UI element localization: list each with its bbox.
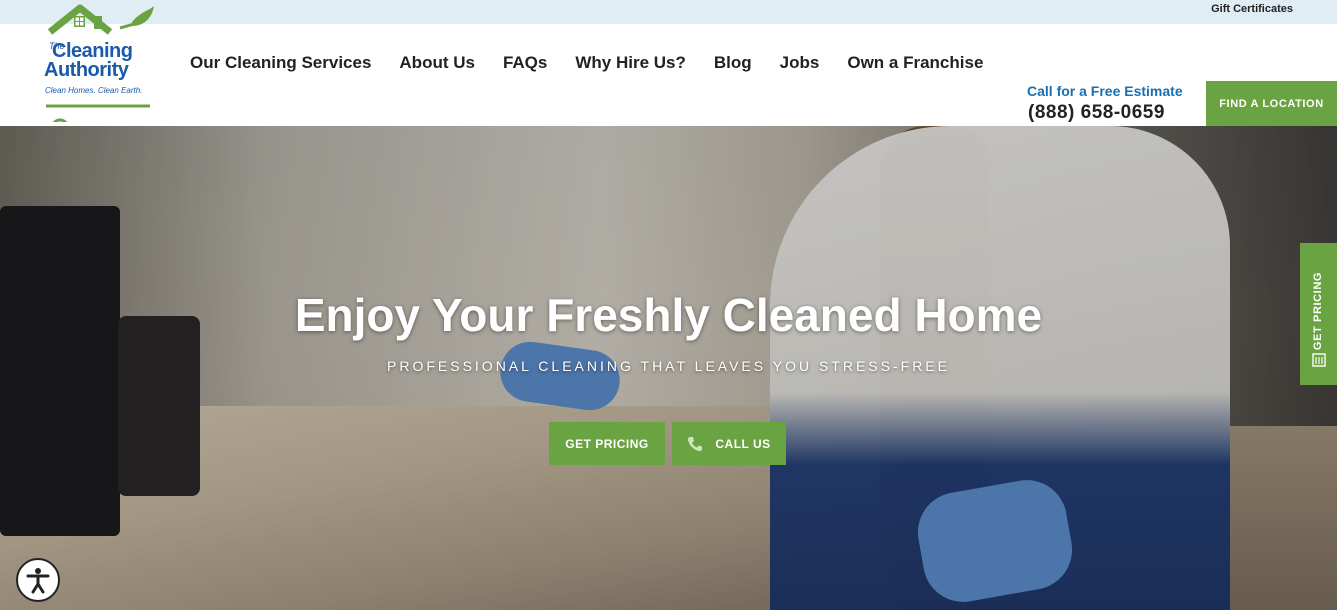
nav-faqs[interactable]: FAQs xyxy=(503,53,547,73)
free-estimate-label: Call for a Free Estimate xyxy=(1027,83,1183,99)
hero-headline: Enjoy Your Freshly Cleaned Home xyxy=(0,288,1337,342)
nav-our-cleaning-services[interactable]: Our Cleaning Services xyxy=(190,53,371,73)
hero-banner: Enjoy Your Freshly Cleaned Home PROFESSI… xyxy=(0,126,1337,610)
nav-why-hire-us[interactable]: Why Hire Us? xyxy=(575,53,686,73)
hero-call-us-button[interactable]: CALL US xyxy=(672,422,786,465)
call-us-label: CALL US xyxy=(715,436,771,451)
side-tab-label: GET PRICING xyxy=(1312,271,1324,351)
side-get-pricing-tab[interactable]: GET PRICING xyxy=(1300,243,1337,385)
hero-headline-bold: Freshly Cleaned xyxy=(546,289,902,341)
hero-headline-post: Home xyxy=(901,289,1043,341)
find-location-button[interactable]: FIND A LOCATION xyxy=(1206,81,1337,126)
logo-authority-text: Authority xyxy=(44,59,129,81)
calculator-icon xyxy=(1312,353,1326,367)
gift-certificates-link[interactable]: Gift Certificates xyxy=(1211,3,1293,15)
nav-jobs[interactable]: Jobs xyxy=(780,53,820,73)
phone-icon xyxy=(688,436,703,451)
nav-about-us[interactable]: About Us xyxy=(399,53,475,73)
site-logo[interactable]: The Cleaning Authority Clean Homes. Clea… xyxy=(40,2,160,122)
top-utility-bar: Gift Certificates xyxy=(0,0,1337,24)
hero-headline-pre: Enjoy Your xyxy=(294,289,547,341)
hero-get-pricing-button[interactable]: GET PRICING xyxy=(549,422,665,465)
site-header: The Cleaning Authority Clean Homes. Clea… xyxy=(0,4,1337,126)
logo-tagline: Clean Homes. Clean Earth. xyxy=(45,86,143,95)
nav-blog[interactable]: Blog xyxy=(714,53,752,73)
accessibility-button[interactable] xyxy=(16,558,60,602)
nav-own-a-franchise[interactable]: Own a Franchise xyxy=(847,53,983,73)
hero-subheadline: PROFESSIONAL CLEANING THAT LEAVES YOU ST… xyxy=(387,358,950,374)
phone-number-link[interactable]: (888) 658-0659 xyxy=(1028,102,1165,124)
main-nav: Our Cleaning Services About Us FAQs Why … xyxy=(190,53,983,73)
accessibility-icon xyxy=(26,568,50,594)
